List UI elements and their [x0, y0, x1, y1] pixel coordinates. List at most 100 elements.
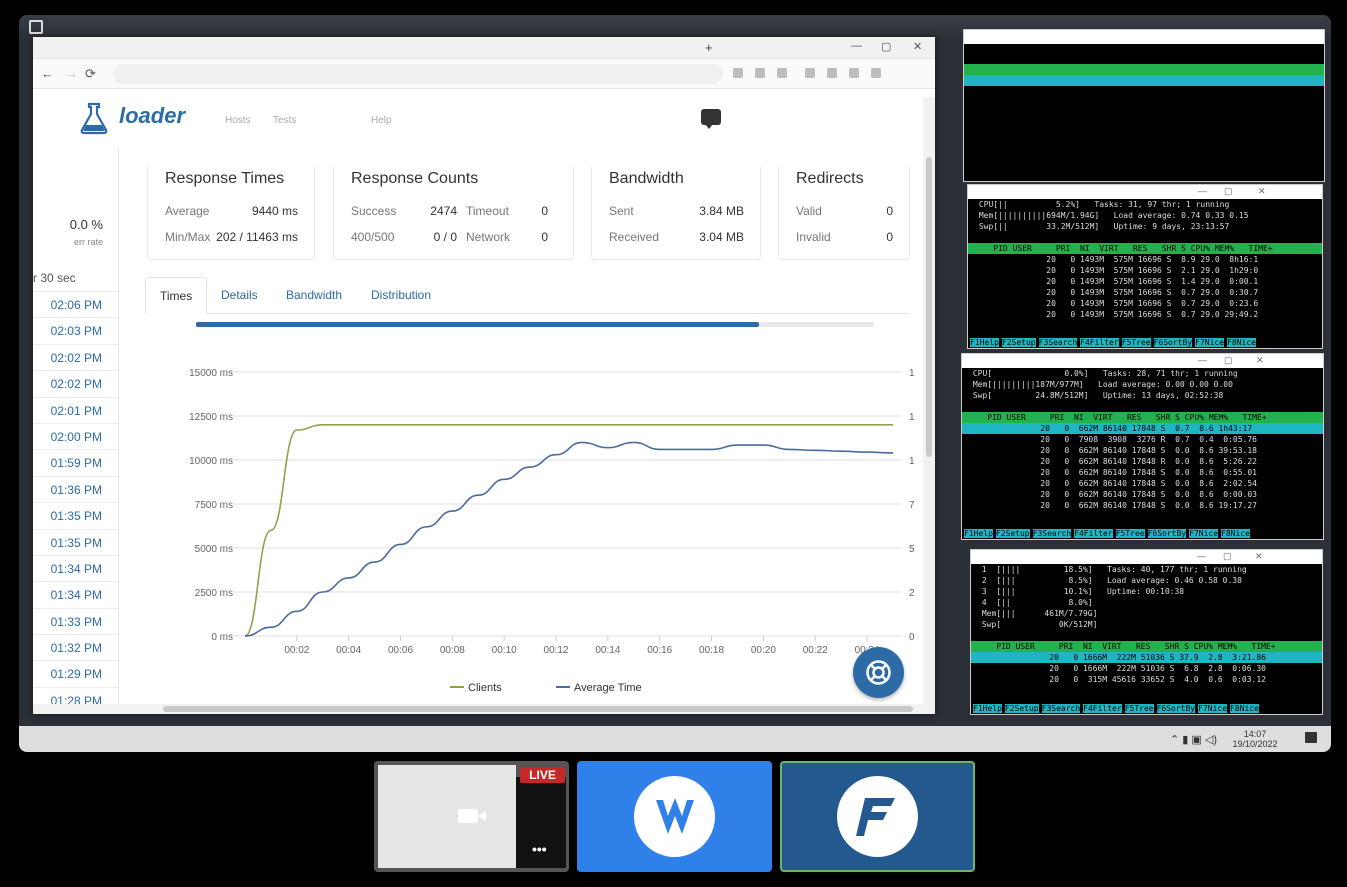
htop-function-key[interactable]: F8Nice [1230, 704, 1259, 713]
htop-line: 20 0 1493M 575M 16696 S 0.7 29.0 0:30.7 [974, 288, 1259, 297]
htop-process-row [964, 75, 1324, 86]
htop-function-key[interactable]: F4Filter [1083, 704, 1122, 713]
nav-help[interactable]: Help [371, 115, 392, 126]
htop-terminal-1[interactable]: — ▢ ✕ CPU[|| 5.2%] Tasks: 31, 97 thr; 1 ru… [967, 184, 1323, 349]
new-tab-icon[interactable]: + [705, 40, 713, 55]
app-logo-text[interactable]: loader [119, 103, 185, 129]
htop-function-key[interactable]: F6SortBy [1153, 338, 1193, 347]
tab-times[interactable]: Times [145, 277, 208, 314]
x-tick-label: 00:08 [440, 645, 465, 656]
htop-terminal-3[interactable]: — ▢ ✕ 1 [|||| 18.5%] Tasks: 40, 177 thr; 1… [970, 549, 1323, 715]
tray-icons[interactable]: ⌃ ▮ ▣ ◁) [1170, 733, 1217, 746]
response-times-card: Response Times Average 9440 ms Min/Max 2… [147, 167, 315, 260]
test-run-time-link[interactable]: 01:35 PM [33, 502, 119, 528]
test-run-time-link[interactable]: 01:33 PM [33, 607, 119, 634]
extension-icon[interactable] [755, 68, 765, 78]
htop-function-key[interactable]: F7Nice [1195, 338, 1225, 347]
terminal-titlebar: — ▢ ✕ [962, 354, 1323, 368]
test-run-time-link[interactable]: 01:29 PM [33, 660, 119, 686]
participant-tile-w[interactable] [577, 761, 772, 872]
htop-function-key[interactable]: F7Nice [1189, 529, 1219, 538]
maximize-icon[interactable]: ▢ [881, 40, 891, 53]
test-run-time-link[interactable]: 01:59 PM [33, 449, 119, 475]
htop-function-key[interactable]: F7Nice [1198, 704, 1228, 713]
extension-icon[interactable] [827, 68, 837, 78]
htop-function-key[interactable]: F3Search [1041, 704, 1081, 713]
test-run-time-link[interactable]: 02:03 PM [33, 317, 119, 343]
y-right-tick-label: 750 [909, 500, 915, 511]
htop-function-bar: F1Help F2Setup F3Search F4Filter F5Tree F6Sor… [968, 338, 1322, 348]
test-run-time-link[interactable]: 01:36 PM [33, 475, 119, 502]
y-left-tick-label: 15000 ms [189, 368, 233, 379]
htop-function-key[interactable]: F2Setup [1004, 704, 1039, 713]
nav-tests[interactable]: Tests [273, 115, 296, 126]
tab-bandwidth[interactable]: Bandwidth [272, 277, 356, 314]
test-run-time-link[interactable]: 01:32 PM [33, 634, 119, 660]
vertical-scrollbar[interactable] [923, 97, 935, 714]
extension-icon[interactable] [777, 68, 787, 78]
htop-function-key[interactable]: F2Setup [1001, 338, 1036, 347]
reload-icon[interactable]: ⟳ [85, 66, 96, 82]
htop-function-key[interactable]: F4Filter [1080, 338, 1119, 347]
profile-icon[interactable] [871, 68, 881, 78]
htop-function-key[interactable]: F5Tree [1121, 338, 1151, 347]
test-run-time-link[interactable]: 01:35 PM [33, 528, 119, 555]
terminal-window-top[interactable] [963, 29, 1325, 182]
htop-line: Swp[ 0K/512M] [977, 620, 1098, 629]
extension-icon[interactable] [805, 68, 815, 78]
participant-tile-f[interactable] [780, 761, 975, 872]
htop-line: 4 [|| 8.0%] [977, 598, 1093, 607]
test-run-time-link[interactable]: 01:34 PM [33, 581, 119, 607]
htop-function-key[interactable]: F1Help [970, 338, 999, 347]
test-run-time-link[interactable]: 02:01 PM [33, 396, 119, 423]
support-button[interactable] [853, 647, 904, 698]
test-run-time-link[interactable]: 02:02 PM [33, 370, 119, 396]
htop-function-key[interactable]: F1Help [973, 704, 1002, 713]
htop-line: CPU[ 0.0%] Tasks: 28, 71 thr; 1 running [968, 369, 1238, 378]
test-run-time-link[interactable]: 02:02 PM [33, 343, 119, 370]
htop-terminal-2[interactable]: — ▢ ✕ CPU[ 0.0%] Tasks: 28, 71 thr; 1 runn… [961, 353, 1324, 540]
htop-function-key-label: F8Nice [1221, 529, 1250, 538]
htop-function-key-label: F6SortBy [1153, 338, 1193, 347]
nav-hosts[interactable]: Hosts [225, 115, 251, 126]
close-icon[interactable]: ✕ [913, 40, 922, 53]
htop-line: 20 0 1666M 222M 51036 S 6.8 2.8 0:06.30 [977, 664, 1266, 673]
invalid-label: Invalid [796, 230, 831, 244]
clock[interactable]: 14:07 19/10/2022 [1225, 729, 1285, 749]
htop-function-key[interactable]: F8Nice [1227, 338, 1256, 347]
test-run-time-link[interactable]: 01:34 PM [33, 554, 119, 581]
htop-function-key[interactable]: F2Setup [995, 529, 1030, 538]
desktop-menu-icon[interactable] [29, 20, 43, 34]
htop-function-key[interactable]: F3Search [1038, 338, 1078, 347]
tab-details[interactable]: Details [207, 277, 272, 314]
htop-function-key[interactable]: F4Filter [1074, 529, 1113, 538]
minimize-icon[interactable]: — [851, 40, 862, 52]
back-icon[interactable]: ← [41, 66, 54, 81]
htop-function-key[interactable]: F8Nice [1221, 529, 1250, 538]
scroll-thumb[interactable] [163, 706, 913, 712]
screen-share-tile[interactable]: LIVE ••• [374, 761, 569, 872]
notification-icon[interactable] [1305, 732, 1317, 743]
htop-function-key[interactable]: F5Tree [1124, 704, 1154, 713]
more-options-icon[interactable]: ••• [532, 841, 547, 857]
htop-line: 20 0 1493M 575M 16696 S 2.1 29.0 1h29:0 [974, 266, 1259, 275]
chat-icon[interactable] [701, 109, 721, 129]
htop-function-key[interactable]: F3Search [1032, 529, 1072, 538]
htop-line: 1 [|||| 18.5%] Tasks: 40, 177 thr; 1 run… [977, 565, 1247, 574]
horizontal-scrollbar[interactable] [33, 704, 923, 714]
htop-function-key[interactable]: F6SortBy [1156, 704, 1196, 713]
loader-logo-icon[interactable] [77, 101, 111, 135]
htop-function-key[interactable]: F6SortBy [1147, 529, 1187, 538]
htop-function-key[interactable]: F1Help [964, 529, 993, 538]
extension-icon[interactable] [733, 68, 743, 78]
extension-icon[interactable] [849, 68, 859, 78]
url-input[interactable] [113, 64, 723, 84]
htop-function-key[interactable]: F5Tree [1115, 529, 1145, 538]
test-run-time-link[interactable]: 02:06 PM [33, 291, 119, 317]
scroll-thumb[interactable] [926, 157, 932, 457]
tab-distribution[interactable]: Distribution [357, 277, 445, 314]
network-value: 0 [541, 230, 548, 244]
test-run-time-link[interactable]: 02:00 PM [33, 422, 119, 449]
clock-date: 19/10/2022 [1232, 739, 1278, 749]
forward-icon[interactable]: → [65, 66, 78, 81]
